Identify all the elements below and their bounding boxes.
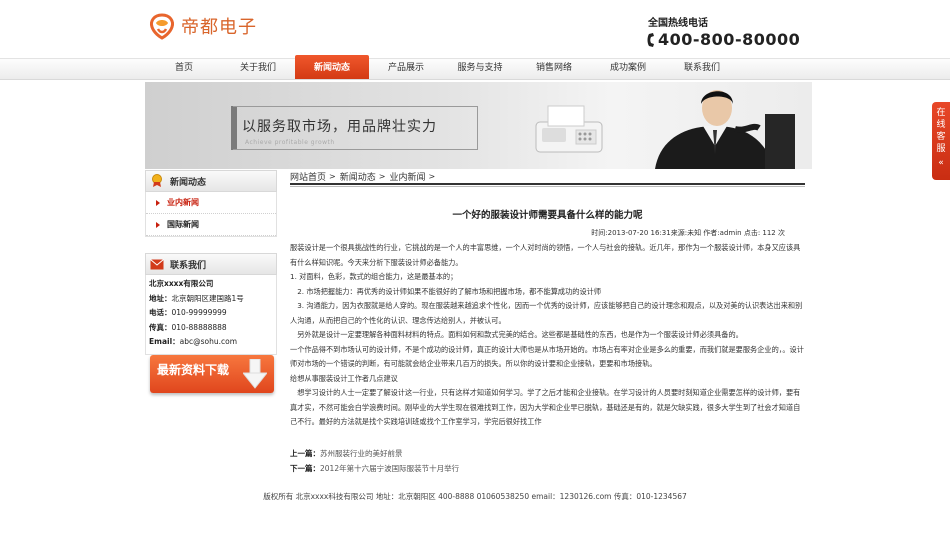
triangle-right-icon	[156, 221, 160, 228]
sidebar-item-label: 国际新闻	[167, 219, 199, 229]
article-paragraph: 给想从事服装设计工作者几点建议	[290, 373, 398, 383]
nav-home[interactable]: 首页	[147, 58, 221, 80]
download-arrow-icon	[243, 359, 267, 389]
sidebar: 新闻动态 业内新闻 国际新闻 联系我们 北京xxxx有限公司 地址：北京朝阳区建…	[145, 170, 277, 355]
phone-icon	[647, 32, 654, 47]
mail-icon	[150, 258, 164, 269]
breadcrumb: 网站首页 > 新闻动态 > 业内新闻 >	[290, 170, 439, 183]
service-char: 线	[936, 120, 946, 130]
news-section-title: 新闻动态	[170, 177, 207, 188]
main-nav: 首页 关于我们 新闻动态 产品展示 服务与支持 销售网络 成功案例 联系我们	[147, 55, 739, 80]
hotline: 全国热线电话 400-800-80000	[646, 14, 800, 49]
nav-service[interactable]: 服务与支持	[443, 58, 517, 80]
nav-products[interactable]: 产品展示	[369, 58, 443, 80]
article-title: 一个好的服装设计师需要具备什么样的能力呢	[452, 210, 643, 221]
article-paragraph: 服装设计是一个很具挑战性的行业，它挑战的是一个人的丰富思维，一个人对时尚的领悟，…	[290, 243, 801, 267]
company-name: 北京xxxx有限公司	[149, 279, 214, 288]
brand-name: 帝都电子	[181, 17, 257, 38]
prev-article-link[interactable]: 苏州服装行业的美好前景	[320, 449, 403, 458]
download-label: 最新资料下载	[157, 363, 230, 377]
article-paragraph: 想学习设计的人士一定要了解设计这一行业，只有这样才知道如何学习。学了之后才能和企…	[290, 388, 801, 426]
sidebar-item-label: 业内新闻	[167, 197, 199, 207]
page: 帝都电子 全国热线电话 400-800-80000 首页 关于我们 新闻动态 产…	[0, 0, 950, 550]
businessman-image	[655, 90, 795, 169]
email-label: Email：	[149, 337, 180, 346]
service-char: 客	[936, 132, 946, 142]
nav-sales-network[interactable]: 销售网络	[517, 58, 591, 80]
chevron-right-icon: >	[378, 172, 386, 181]
article-paragraph: 一个作品得不到市场认可的设计师，不是个成功的设计师，真正的设计大师也是从市场开始…	[290, 344, 804, 369]
download-button[interactable]: 最新资料下载	[150, 355, 274, 393]
breadcrumb-news[interactable]: 新闻动态	[340, 170, 376, 183]
news-section-header: 新闻动态	[145, 170, 277, 192]
chevron-right-icon: >	[329, 172, 336, 181]
prev-label: 上一篇：	[290, 449, 320, 458]
fax-machine-image	[535, 105, 603, 153]
nav-about[interactable]: 关于我们	[221, 58, 295, 80]
breadcrumb-divider	[290, 183, 805, 187]
article-paragraph: 2. 市场把握能力：再优秀的设计师如果不能很好的了解市场和把握市场，都不能算成功…	[290, 286, 602, 296]
nav-contact[interactable]: 联系我们	[665, 58, 739, 80]
nav-news[interactable]: 新闻动态	[295, 55, 369, 79]
email-value: abc@sohu.com	[179, 337, 238, 346]
news-category-list: 业内新闻 国际新闻	[145, 192, 277, 237]
article-pagination: 上一篇：苏州服装行业的美好前景 下一篇：2012年第十六届宁波国际服装节十月举行	[290, 446, 459, 476]
next-article-link[interactable]: 2012年第十六届宁波国际服装节十月举行	[320, 464, 459, 473]
logo-icon	[147, 12, 177, 40]
footer: 版权所有 北京xxxx科技有限公司 地址：北京朝阳区 400-8888 0106…	[263, 492, 687, 501]
article-paragraph: 1. 对面料，色彩，款式的组合能力，这是最基本的；	[290, 272, 458, 281]
fax-label: 传真：	[149, 322, 172, 332]
sidebar-item-industry-news[interactable]: 业内新闻	[146, 192, 276, 214]
contact-section-title: 联系我们	[170, 260, 207, 271]
hotline-label: 全国热线电话	[648, 18, 708, 29]
address-label: 地址：	[149, 293, 172, 303]
breadcrumb-home[interactable]: 网站首页	[290, 170, 326, 183]
service-close-icon[interactable]: «	[932, 157, 950, 169]
article-body: 服装设计是一个很具挑战性的行业，它挑战的是一个人的丰富思维，一个人对时尚的领悟，…	[290, 241, 807, 430]
chevron-right-icon: >	[428, 172, 436, 181]
breadcrumb-industry-news[interactable]: 业内新闻	[389, 170, 425, 183]
service-char: 在	[936, 108, 946, 118]
nav-cases[interactable]: 成功案例	[591, 58, 665, 80]
triangle-right-icon	[156, 199, 160, 206]
medal-icon	[152, 174, 162, 187]
service-char: 服	[936, 144, 946, 154]
contact-info: 北京xxxx有限公司 地址：北京朝阳区建国路1号 电话：010-99999999…	[145, 275, 277, 355]
online-service-tab[interactable]: 在 线 客 服 «	[932, 102, 950, 180]
article-paragraph: 3. 沟通能力，因为衣服就是给人穿的。现在服装越来越追求个性化，因而一个优秀的设…	[290, 301, 803, 325]
phone-value: 010-99999999	[171, 308, 227, 317]
banner-subtitle: Achieve profitable growth	[245, 139, 335, 146]
phone-label: 电话：	[149, 308, 172, 317]
next-label: 下一篇：	[290, 464, 320, 473]
banner: 以服务取市场，用品牌壮实力 Achieve profitable growth	[145, 82, 812, 169]
address-value: 北京朝阳区建国路1号	[171, 293, 244, 303]
article-paragraph: 另外就是设计一定要理解各种面料材料的特点。面料如何和款式完美的结合。这些都是基础…	[290, 330, 743, 339]
article-meta: 时间:2013-07-20 16:31来源:未知 作者:admin 点击: 11…	[591, 229, 785, 237]
sidebar-item-international-news[interactable]: 国际新闻	[146, 214, 276, 236]
fax-value: 010-88888888	[171, 322, 227, 332]
brand-logo[interactable]: 帝都电子	[147, 12, 257, 40]
banner-slogan: 以服务取市场，用品牌壮实力	[242, 119, 437, 135]
hotline-number: 400-800-80000	[658, 30, 801, 49]
contact-section-header: 联系我们	[145, 253, 277, 275]
